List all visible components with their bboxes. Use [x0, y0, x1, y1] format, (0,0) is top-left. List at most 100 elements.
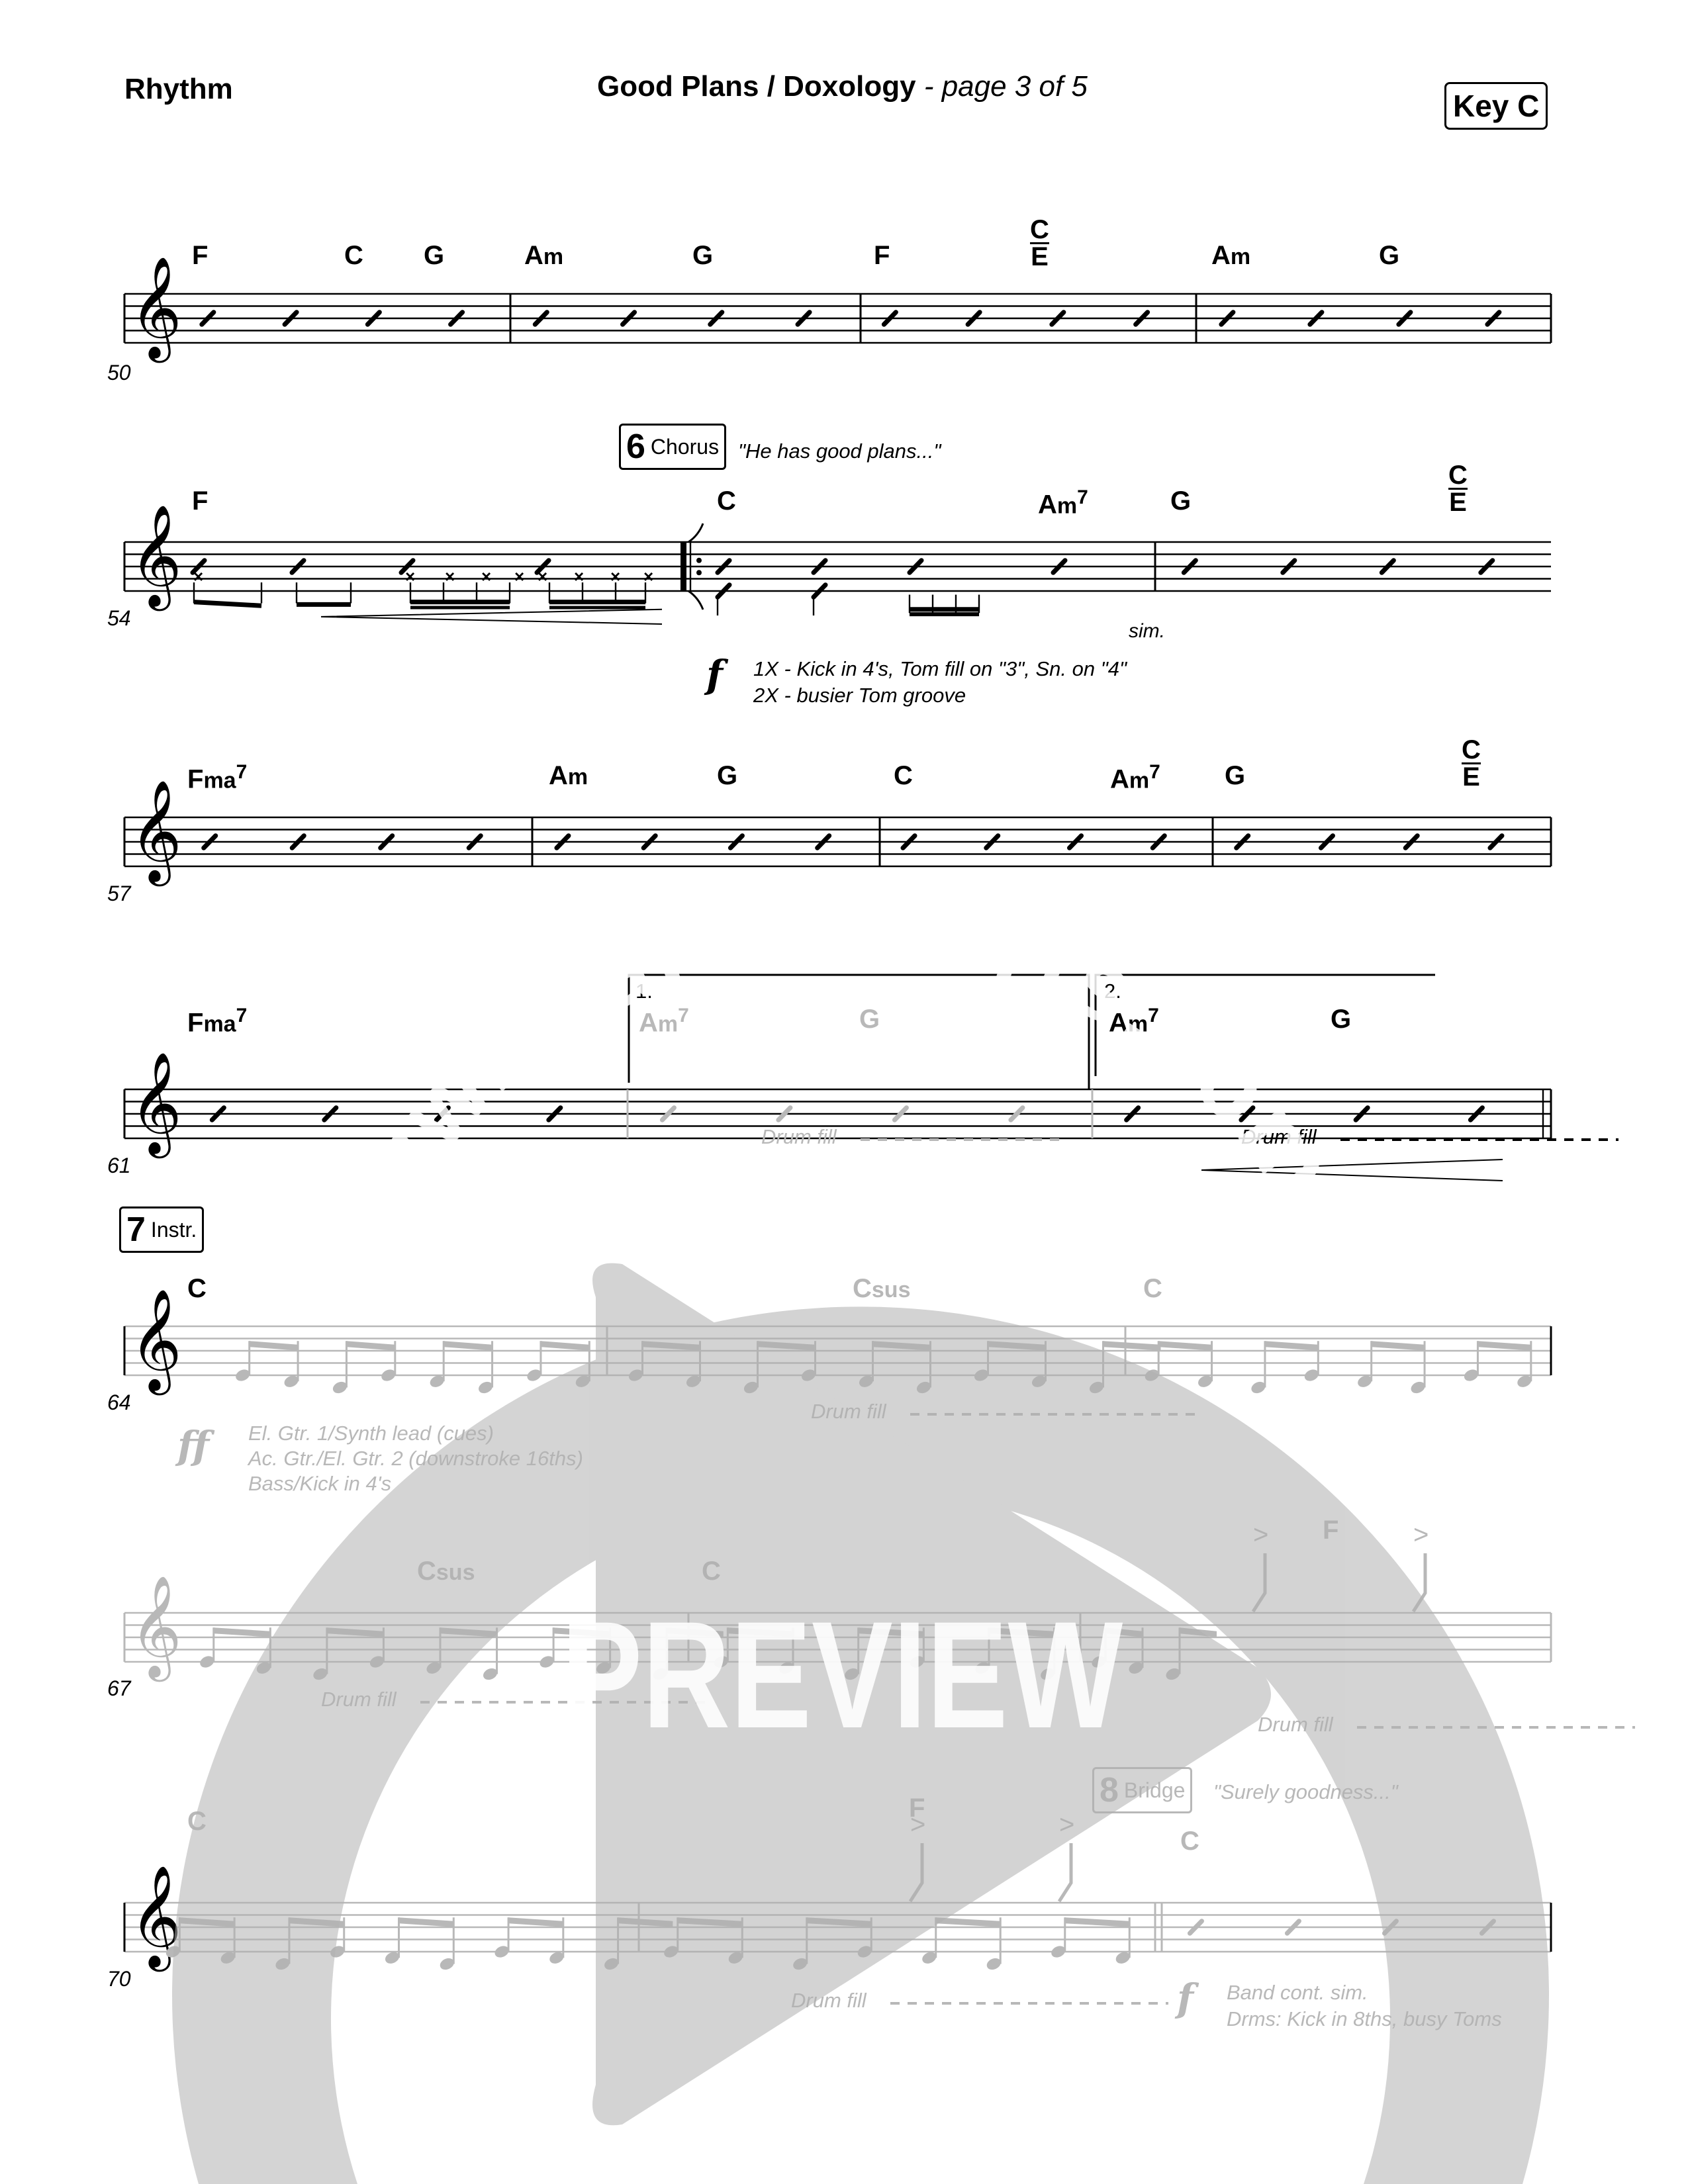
chord-symbol: Fma7 — [187, 761, 247, 794]
cue-beam — [989, 1627, 1055, 1637]
chord-symbol: G — [1225, 761, 1245, 791]
chord-quality: m — [567, 764, 588, 790]
cue-beam — [1371, 1341, 1425, 1351]
chord-symbol: C — [187, 1274, 207, 1304]
crescendo-hairpin — [320, 608, 663, 625]
chord-root: C — [417, 1557, 436, 1586]
drum-fill-marking: Drum fill — [811, 1400, 886, 1424]
chord-quality: m — [1127, 1011, 1149, 1037]
drum-fill-marking: Drum fill — [1258, 1713, 1333, 1737]
repeat-dot — [696, 557, 702, 563]
chord-extension: 7 — [1148, 1005, 1159, 1026]
chord-symbol: Am7 — [1109, 1005, 1159, 1038]
drum-fill-label: Drum fill — [1241, 1125, 1317, 1148]
chord-symbol: F — [874, 241, 890, 271]
rehearsal-label: Chorus — [650, 434, 720, 459]
chord-root: A — [639, 1008, 658, 1038]
chord-root: C — [717, 486, 736, 516]
chord-root: C — [1462, 735, 1481, 764]
chord-root: A — [524, 241, 543, 270]
beam — [193, 600, 262, 608]
cue-beam — [553, 1627, 610, 1637]
lyric-cue: "He has good plans..." — [738, 439, 941, 463]
rehearsal-label: Instr. — [150, 1217, 197, 1242]
measure-number: 70 — [107, 1967, 131, 1991]
cue-beam — [858, 1627, 924, 1637]
chord-symbol: G — [1331, 1005, 1351, 1034]
cue-beam — [988, 1341, 1046, 1351]
measure-number: 64 — [107, 1390, 131, 1414]
chord-extension: 7 — [1149, 761, 1160, 783]
score: 𝄞𝄞 × × × × × × × × ×𝄞𝄞𝄞𝄞> >𝄞> > — [123, 256, 1635, 2005]
cue-beam — [1477, 1341, 1531, 1351]
repeat-dot — [696, 570, 702, 576]
chord-symbol: CE — [1030, 216, 1049, 270]
chord-symbol: Fma7 — [187, 1005, 247, 1038]
chord-root: G — [1225, 761, 1246, 790]
chord-symbol: G — [692, 241, 713, 271]
chord-root: G — [1170, 486, 1192, 516]
cue-beam — [213, 1627, 271, 1637]
chord-symbol: F — [192, 486, 208, 516]
cue-beam — [618, 1917, 673, 1927]
measure-number: 57 — [107, 882, 131, 905]
x-notehead: × — [514, 567, 524, 586]
cue-beam — [1158, 1341, 1212, 1351]
cue-beam — [179, 1917, 235, 1927]
playing-instruction: Drms: Kick in 8ths, busy Toms — [1227, 2007, 1502, 2030]
rehearsal-number: 7 — [126, 1210, 146, 1249]
cue-beam — [540, 1341, 590, 1351]
rehearsal-mark: 6 Chorus — [619, 424, 727, 470]
cue-beam — [1180, 1627, 1217, 1637]
chord-root: C — [1180, 1827, 1199, 1856]
cue-beam — [757, 1341, 816, 1351]
chord-root: G — [1331, 1005, 1352, 1034]
chord-symbol: F — [192, 241, 208, 271]
chord-root: A — [1109, 1008, 1128, 1038]
cue-beam — [440, 1627, 497, 1637]
chord-root: F — [1323, 1516, 1339, 1545]
measure-number: 61 — [107, 1154, 131, 1177]
repeat-bracket — [688, 523, 704, 543]
treble-clef-icon: 𝄞 — [130, 504, 182, 612]
cue-beam — [326, 1627, 384, 1637]
chord-root: C — [894, 761, 913, 790]
accent-icon: > — [1059, 1810, 1074, 1839]
chord-symbol: C — [344, 241, 363, 271]
chord-root: C — [187, 1807, 207, 1836]
chord-root: C — [853, 1274, 872, 1303]
x-notehead: × — [193, 567, 203, 586]
repeat-bracket — [688, 590, 704, 610]
rehearsal-number: 8 — [1100, 1771, 1119, 1809]
cue-beam — [872, 1341, 931, 1351]
chord-symbol: Am7 — [1038, 486, 1088, 520]
chord-root: F — [187, 764, 204, 794]
chord-root: C — [702, 1557, 721, 1586]
chord-root: C — [344, 241, 363, 270]
volta-label: 1. — [635, 979, 653, 1003]
chord-symbol: Csus — [853, 1274, 910, 1304]
measure-number: 50 — [107, 361, 131, 385]
chord-root: G — [692, 241, 714, 270]
chord-symbol: G — [859, 1005, 880, 1034]
cue-beam — [346, 1341, 395, 1351]
chord-quality: m — [1056, 493, 1078, 519]
chord-quality: m — [1230, 244, 1251, 269]
rehearsal-number: 6 — [626, 428, 645, 466]
playing-instruction: Band cont. sim. — [1227, 1981, 1368, 2004]
cue-beam — [727, 1627, 793, 1637]
volta-label: 2. — [1104, 979, 1121, 1003]
rehearsal-mark: 7 Instr. — [119, 1206, 205, 1253]
chord-symbol: F — [909, 1794, 925, 1823]
accent-icon: > — [1413, 1520, 1429, 1549]
treble-clef-icon: 𝄞 — [130, 1575, 182, 1682]
cue-beam — [935, 1917, 1001, 1927]
chord-bass: E — [1462, 762, 1480, 792]
chord-symbol: C — [1143, 1274, 1162, 1304]
treble-clef-icon: 𝄞 — [130, 1289, 182, 1396]
chord-root: G — [717, 761, 738, 790]
drum-fill-marking: Drum fill — [321, 1688, 397, 1711]
chord-root: A — [549, 761, 568, 790]
drum-fill-marking: Drum fill — [1241, 1125, 1317, 1149]
repeat-start-barline — [680, 542, 686, 591]
